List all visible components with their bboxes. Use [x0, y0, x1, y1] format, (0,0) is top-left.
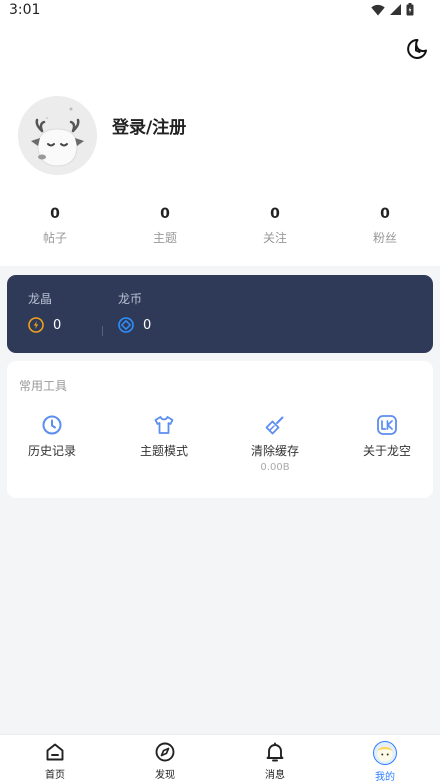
avatar-icon [373, 741, 397, 765]
wallet-coin-value: 0 [143, 317, 152, 333]
wallet-crystal: 龙晶 0 [28, 291, 61, 333]
stat-label: 主题 [152, 231, 177, 245]
clock-icon [42, 415, 62, 435]
tool-theme-mode[interactable]: 主题模式 [119, 413, 209, 459]
login-register-link[interactable]: 登录/注册 [112, 113, 186, 138]
stat-following[interactable]: 0 关注 [220, 204, 330, 254]
bottom-tab-bar: 首页 发现 消息 我的 [0, 734, 440, 782]
stat-value: 0 [380, 206, 390, 222]
lk-logo-icon [377, 415, 397, 435]
tab-label: 消息 [265, 770, 285, 781]
home-icon [46, 743, 64, 761]
signal-icon [390, 4, 401, 15]
stat-topics[interactable]: 0 主题 [110, 204, 220, 254]
status-bar: 3:01 [0, 0, 440, 22]
dragon-coin-icon [118, 317, 134, 333]
tools-title: 常用工具 [19, 379, 68, 393]
tool-clear-cache[interactable]: 清除缓存 0.00B [230, 413, 320, 473]
tool-label: 关于龙空 [362, 444, 411, 458]
status-time: 3:01 [9, 2, 41, 18]
tab-label: 我的 [375, 772, 395, 782]
stat-label: 关注 [262, 231, 287, 245]
wallet-divider [102, 326, 103, 336]
tab-label: 首页 [45, 770, 65, 781]
tab-messages[interactable]: 消息 [220, 735, 330, 782]
stat-value: 0 [50, 206, 60, 222]
stat-label: 帖子 [42, 231, 67, 245]
stat-value: 0 [270, 206, 280, 222]
crystal-coin-icon [28, 317, 44, 333]
wallet-coin-label: 龙币 [118, 292, 143, 306]
dragon-mascot-icon [18, 96, 97, 175]
wallet-coin: 龙币 0 [118, 291, 151, 333]
tab-label: 发现 [155, 770, 175, 781]
compass-icon [155, 742, 175, 762]
stat-followers[interactable]: 0 粉丝 [330, 204, 440, 254]
tool-label: 主题模式 [139, 444, 188, 458]
stat-posts[interactable]: 0 帖子 [0, 204, 110, 254]
tool-history[interactable]: 历史记录 [7, 413, 97, 459]
avatar[interactable] [18, 96, 97, 175]
stat-label: 粉丝 [372, 231, 397, 245]
status-icons [371, 3, 414, 16]
tool-about[interactable]: 关于龙空 [342, 413, 432, 459]
common-tools-card: 常用工具 历史记录 主题模式 清除缓存 0.00B 关于龙空 [7, 361, 433, 498]
bell-icon [266, 742, 284, 762]
tool-label: 历史记录 [27, 444, 76, 458]
tool-label: 清除缓存 [250, 444, 299, 458]
battery-icon [406, 3, 414, 16]
tab-discover[interactable]: 发现 [110, 735, 220, 782]
wallet-card[interactable]: 龙晶 0 龙币 0 [7, 275, 433, 353]
tab-home[interactable]: 首页 [0, 735, 110, 782]
profile-stats: 0 帖子 0 主题 0 关注 0 粉丝 [0, 204, 440, 254]
stat-value: 0 [160, 206, 170, 222]
cache-size: 0.00B [260, 462, 290, 473]
broom-icon [265, 416, 284, 435]
wifi-icon [371, 4, 385, 16]
wallet-crystal-value: 0 [53, 317, 62, 333]
wallet-crystal-label: 龙晶 [28, 292, 53, 306]
tab-me[interactable]: 我的 [330, 735, 440, 782]
tshirt-icon [154, 416, 174, 434]
moon-clock-icon[interactable] [405, 37, 429, 61]
